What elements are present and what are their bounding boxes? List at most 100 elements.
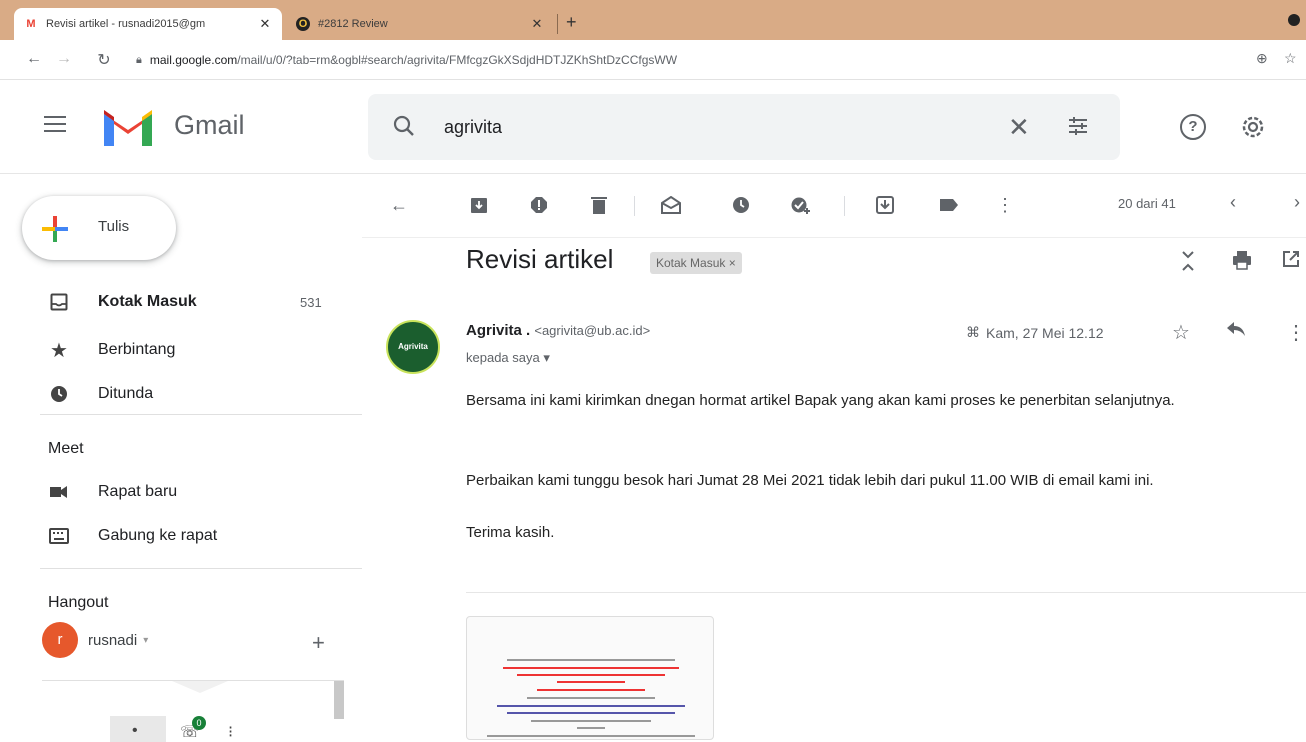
compose-button[interactable]: Tulis <box>22 196 176 260</box>
recipient-details[interactable]: kepada saya ▾ <box>466 350 550 366</box>
sender-name[interactable]: Agrivita . <box>466 322 530 339</box>
sidebar-item-snoozed[interactable]: Ditunda <box>0 372 362 416</box>
add-task-icon[interactable] <box>788 192 814 218</box>
scrollbar[interactable] <box>334 681 344 719</box>
toolbar-separator <box>844 196 845 216</box>
toolbar-separator <box>634 196 635 216</box>
phone-icon[interactable]: ⁝ <box>228 722 233 742</box>
person-icon[interactable]: • <box>132 722 138 740</box>
video-camera-icon <box>48 481 70 503</box>
avatar: r <box>42 622 78 658</box>
preview-line <box>577 727 605 729</box>
archive-icon[interactable] <box>466 192 492 218</box>
message-more-icon[interactable]: ⋮ <box>1286 320 1306 345</box>
tab-title: Revisi artikel - rusnadi2015@gm <box>46 18 206 30</box>
clock-icon <box>48 383 70 405</box>
browser-tab-bar: M Revisi artikel - rusnadi2015@gm ✕ O #2… <box>0 0 1306 40</box>
ojs-favicon-icon: O <box>296 17 310 31</box>
label-tag-icon[interactable] <box>936 192 962 218</box>
move-to-icon[interactable] <box>872 192 898 218</box>
bookmark-star-icon[interactable]: ☆ <box>1284 50 1297 67</box>
date-text: Kam, 27 Mei 12.12 <box>986 324 1104 341</box>
sender-avatar[interactable]: Agrivita <box>386 320 440 374</box>
inbox-label-chip[interactable]: Kotak Masuk × <box>650 252 742 274</box>
pagination-text: 20 dari 41 <box>1118 196 1176 211</box>
gmail-header: Gmail agrivita ✕ ? <box>0 80 1306 174</box>
preview-line <box>531 720 651 722</box>
tab-close-icon[interactable]: ✕ <box>530 16 544 32</box>
email-body-paragraph: Bersama ini kami kirimkan dnegan hormat … <box>466 392 1175 409</box>
search-input[interactable]: agrivita <box>444 117 502 138</box>
zoom-icon[interactable]: ⊕ <box>1256 50 1268 67</box>
inbox-count: 531 <box>300 294 322 310</box>
sidebar-item-starred[interactable]: ★ Berbintang <box>0 328 362 372</box>
sender-line: Agrivita . <agrivita@ub.ac.id> <box>466 322 650 339</box>
browser-tab-review[interactable]: O #2812 Review ✕ <box>286 8 554 40</box>
compose-label: Tulis <box>98 218 130 235</box>
message-toolbar: ← ⋮ 20 dari 41 ‹ › <box>362 174 1306 238</box>
star-icon: ★ <box>50 339 68 362</box>
star-message-icon[interactable]: ☆ <box>1172 320 1190 345</box>
report-spam-icon[interactable] <box>526 192 552 218</box>
attachment-divider <box>466 592 1306 593</box>
reply-arrow-icon[interactable] <box>1226 320 1246 343</box>
tab-title: #2812 Review <box>318 18 388 30</box>
preview-line <box>527 697 655 699</box>
search-icon[interactable] <box>392 114 416 138</box>
new-tab-icon[interactable]: + <box>566 12 577 33</box>
search-bar[interactable]: agrivita ✕ <box>368 94 1120 160</box>
browser-profile-icon[interactable] <box>1288 14 1300 26</box>
main-menu-icon[interactable] <box>44 116 66 132</box>
sidebar-divider <box>40 568 362 569</box>
compose-plus-icon <box>42 216 68 242</box>
hangout-section-title: Hangout <box>48 594 109 611</box>
add-hangout-icon[interactable]: + <box>312 630 325 656</box>
sender-email: <agrivita@ub.ac.id> <box>534 323 651 338</box>
hangout-user[interactable]: r rusnadi ▾ <box>42 622 148 658</box>
more-options-icon[interactable]: ⋮ <box>992 192 1018 218</box>
preview-line <box>497 705 685 707</box>
tab-close-icon[interactable]: ✕ <box>258 16 272 32</box>
back-to-search-icon[interactable]: ← <box>386 192 412 218</box>
email-body-paragraph: Terima kasih. <box>466 524 555 541</box>
hangout-username: rusnadi <box>88 631 138 649</box>
preview-line <box>537 689 645 691</box>
settings-gear-icon[interactable] <box>1238 112 1268 142</box>
print-icon[interactable] <box>1232 250 1252 275</box>
clear-search-icon[interactable]: ✕ <box>1008 112 1030 143</box>
sidebar-item-inbox[interactable]: Kotak Masuk 531 <box>0 280 362 324</box>
attachment-thumbnail[interactable] <box>466 616 714 740</box>
chevron-down-icon[interactable]: ▾ <box>143 635 148 646</box>
open-new-window-icon[interactable] <box>1282 250 1300 273</box>
bottom-switcher: • ☏ 0 ⁝ <box>110 716 250 742</box>
sidebar-item-label: Rapat baru <box>98 483 178 500</box>
sidebar-item-label: Kotak Masuk <box>98 293 197 310</box>
sidebar-item-label: Gabung ke rapat <box>98 527 218 544</box>
forward-arrow-icon[interactable]: → <box>54 50 74 68</box>
preview-line <box>507 712 675 714</box>
collapse-all-icon[interactable] <box>1180 250 1196 277</box>
newer-chevron-icon[interactable]: ‹ <box>1230 192 1236 213</box>
delete-trash-icon[interactable] <box>586 192 612 218</box>
gmail-logo-icon[interactable] <box>100 106 156 148</box>
preview-line <box>557 681 625 683</box>
search-options-icon[interactable] <box>1066 114 1090 138</box>
selected-switcher-tab <box>110 716 166 742</box>
address-bar[interactable]: 🔒︎ mail.google.com/mail/u/0/?tab=rm&ogbl… <box>136 48 1236 72</box>
sidebar-item-join-meeting[interactable]: Gabung ke rapat <box>0 514 362 558</box>
preview-line <box>487 735 695 737</box>
email-subject: Revisi artikel <box>466 244 614 274</box>
gmail-favicon-icon: M <box>26 18 36 30</box>
mark-unread-icon[interactable] <box>658 192 684 218</box>
tab-separator <box>557 14 558 34</box>
message-date: ⌘ Kam, 27 Mei 12.12 <box>966 324 1104 341</box>
help-icon[interactable]: ? <box>1180 114 1206 140</box>
keyboard-icon <box>48 525 70 547</box>
snooze-clock-icon[interactable] <box>728 192 754 218</box>
sidebar-item-new-meeting[interactable]: Rapat baru <box>0 470 362 514</box>
older-chevron-icon[interactable]: › <box>1294 192 1300 213</box>
hangout-panel <box>42 680 344 720</box>
reload-icon[interactable]: ↻ <box>94 50 114 70</box>
browser-tab-gmail[interactable]: M Revisi artikel - rusnadi2015@gm ✕ <box>14 8 282 40</box>
back-arrow-icon[interactable]: ← <box>24 50 44 68</box>
